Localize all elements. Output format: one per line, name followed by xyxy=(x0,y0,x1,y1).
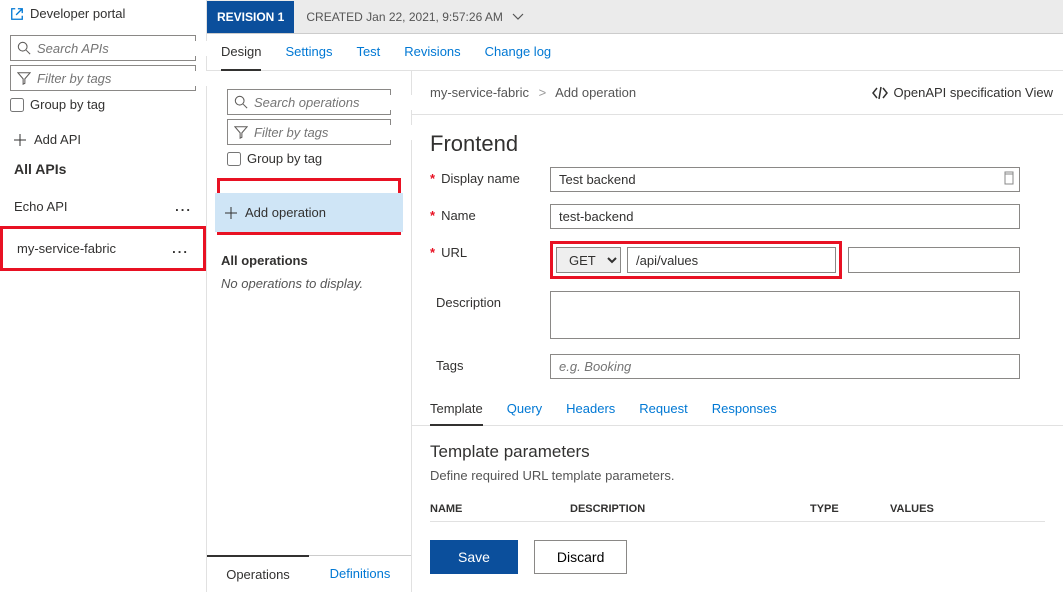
search-apis-input[interactable] xyxy=(37,41,215,56)
search-operations[interactable] xyxy=(227,89,391,115)
filter-tags-apis-input[interactable] xyxy=(37,71,215,86)
revision-bar: REVISION 1 CREATED Jan 22, 2021, 9:57:26… xyxy=(207,0,1063,34)
template-parameters-desc: Define required URL template parameters. xyxy=(430,468,1045,483)
copy-icon[interactable] xyxy=(1002,171,1014,188)
method-select[interactable]: GET xyxy=(556,247,621,273)
stab-request[interactable]: Request xyxy=(639,401,687,425)
revision-created[interactable]: CREATED Jan 22, 2021, 9:57:26 AM xyxy=(294,10,536,24)
add-api-label: Add API xyxy=(34,132,81,147)
stab-query[interactable]: Query xyxy=(507,401,542,425)
search-operations-input[interactable] xyxy=(254,95,432,110)
discard-button[interactable]: Discard xyxy=(534,540,627,574)
all-operations-heading: All operations xyxy=(221,253,397,268)
chevron-down-icon xyxy=(512,13,524,21)
name-input[interactable] xyxy=(550,204,1020,229)
save-button[interactable]: Save xyxy=(430,540,518,574)
tab-definitions[interactable]: Definitions xyxy=(309,556,411,592)
tags-label: Tags xyxy=(436,358,463,373)
url-label: URL xyxy=(441,245,467,260)
frontend-heading: Frontend xyxy=(430,131,1045,157)
col-description: DESCRIPTION xyxy=(570,503,810,515)
tab-test[interactable]: Test xyxy=(356,44,380,70)
required-asterisk: * xyxy=(430,171,435,186)
stab-responses[interactable]: Responses xyxy=(712,401,777,425)
url-rest-input[interactable] xyxy=(848,247,1020,273)
description-label: Description xyxy=(436,295,501,310)
group-by-tag-ops-label: Group by tag xyxy=(247,151,322,166)
api-item-label: my-service-fabric xyxy=(17,241,116,256)
display-name-input[interactable] xyxy=(550,167,1020,192)
search-icon xyxy=(17,41,31,55)
openapi-spec-view-label: OpenAPI specification View xyxy=(894,85,1053,100)
developer-portal-link[interactable]: Developer portal xyxy=(0,0,206,31)
col-values: VALUES xyxy=(890,503,990,515)
tab-changelog[interactable]: Change log xyxy=(485,44,552,70)
external-link-icon xyxy=(10,7,24,21)
group-by-tag-apis-checkbox[interactable] xyxy=(10,98,24,112)
code-icon xyxy=(872,86,888,100)
tab-design[interactable]: Design xyxy=(221,44,261,71)
group-by-tag-apis[interactable]: Group by tag xyxy=(10,97,196,112)
breadcrumb-current: Add operation xyxy=(555,85,636,100)
display-name-label: Display name xyxy=(441,171,520,186)
add-api-button[interactable]: Add API xyxy=(14,132,196,147)
breadcrumb: my-service-fabric > Add operation xyxy=(430,85,636,100)
name-label: Name xyxy=(441,208,476,223)
breadcrumb-api[interactable]: my-service-fabric xyxy=(430,85,529,100)
template-parameters-heading: Template parameters xyxy=(430,442,1045,462)
openapi-spec-view[interactable]: OpenAPI specification View xyxy=(872,85,1053,100)
col-name: NAME xyxy=(430,503,570,515)
filter-tags-ops[interactable] xyxy=(227,119,391,145)
group-by-tag-ops-checkbox[interactable] xyxy=(227,152,241,166)
url-path-input[interactable] xyxy=(627,247,836,273)
add-operation-button[interactable]: Add operation xyxy=(215,193,403,232)
filter-icon xyxy=(17,71,31,85)
group-by-tag-ops[interactable]: Group by tag xyxy=(227,151,391,166)
filter-icon xyxy=(234,125,248,139)
frontend-sub-tabs: Template Query Headers Request Responses xyxy=(412,397,1063,426)
api-item-echo[interactable]: Echo API ... xyxy=(0,187,206,226)
plus-icon xyxy=(225,207,237,219)
required-asterisk: * xyxy=(430,245,435,260)
all-apis-heading: All APIs xyxy=(14,161,192,177)
developer-portal-label: Developer portal xyxy=(30,6,125,21)
search-apis[interactable] xyxy=(10,35,196,61)
search-icon xyxy=(234,95,248,109)
template-parameters-table: NAME DESCRIPTION TYPE VALUES xyxy=(430,497,1045,522)
tab-settings[interactable]: Settings xyxy=(285,44,332,70)
col-type: TYPE xyxy=(810,503,890,515)
stab-headers[interactable]: Headers xyxy=(566,401,615,425)
more-icon[interactable]: ... xyxy=(175,199,192,214)
group-by-tag-apis-label: Group by tag xyxy=(30,97,105,112)
api-item-my-service-fabric[interactable]: my-service-fabric ... xyxy=(0,226,206,271)
filter-tags-apis[interactable] xyxy=(10,65,196,91)
required-asterisk: * xyxy=(430,208,435,223)
more-icon[interactable]: ... xyxy=(172,241,189,256)
mid-bottom-tabs: Operations Definitions xyxy=(207,555,411,592)
tags-input[interactable] xyxy=(550,354,1020,379)
revision-badge[interactable]: REVISION 1 xyxy=(207,1,294,33)
tab-operations[interactable]: Operations xyxy=(207,555,309,592)
filter-tags-ops-input[interactable] xyxy=(254,125,432,140)
add-operation-label: Add operation xyxy=(245,205,326,220)
tab-revisions[interactable]: Revisions xyxy=(404,44,460,70)
api-item-label: Echo API xyxy=(14,199,67,214)
description-textarea[interactable] xyxy=(550,291,1020,339)
stab-template[interactable]: Template xyxy=(430,401,483,426)
main-tabs: Design Settings Test Revisions Change lo… xyxy=(207,34,1063,71)
no-operations-text: No operations to display. xyxy=(221,276,397,291)
plus-icon xyxy=(14,134,26,146)
